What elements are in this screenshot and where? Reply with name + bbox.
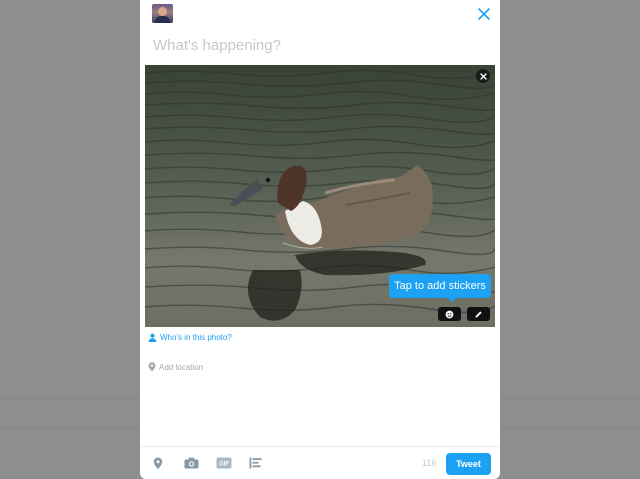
- compose-toolbar: GIF 116 Tweet: [140, 446, 500, 479]
- add-location-link[interactable]: Add location: [148, 362, 203, 372]
- gif-button[interactable]: GIF: [216, 455, 232, 471]
- remove-photo-button[interactable]: [476, 69, 490, 83]
- location-pin-icon: [153, 457, 163, 469]
- tooltip-arrow: [448, 298, 456, 302]
- avatar[interactable]: [152, 4, 173, 23]
- gif-label: GIF: [219, 462, 229, 468]
- compose-modal: What's happening? Tap to add stickers Wh…: [140, 0, 500, 479]
- attached-photo[interactable]: Tap to add stickers: [145, 65, 495, 327]
- poll-button[interactable]: [248, 455, 264, 471]
- tweet-button[interactable]: Tweet: [446, 453, 491, 475]
- gif-icon: GIF: [216, 457, 232, 469]
- add-sticker-button[interactable]: [438, 307, 461, 321]
- smiley-icon: [445, 310, 454, 318]
- pencil-icon: [475, 310, 482, 318]
- location-pin-icon: [148, 362, 156, 372]
- tweet-text-input[interactable]: What's happening?: [153, 37, 281, 54]
- close-icon: [478, 8, 490, 20]
- camera-icon: [184, 457, 198, 469]
- stickers-tooltip: Tap to add stickers: [389, 274, 491, 298]
- tag-people-label: Who's in this photo?: [160, 333, 232, 342]
- tag-people-link[interactable]: Who's in this photo?: [148, 333, 232, 342]
- camera-button[interactable]: [183, 455, 199, 471]
- close-button[interactable]: [473, 3, 495, 25]
- person-icon: [148, 333, 157, 342]
- location-button[interactable]: [150, 455, 166, 471]
- edit-photo-button[interactable]: [467, 307, 490, 321]
- character-counter: 116: [422, 458, 437, 468]
- close-icon: [479, 72, 487, 80]
- poll-icon: [249, 457, 262, 469]
- add-location-label: Add location: [159, 362, 204, 372]
